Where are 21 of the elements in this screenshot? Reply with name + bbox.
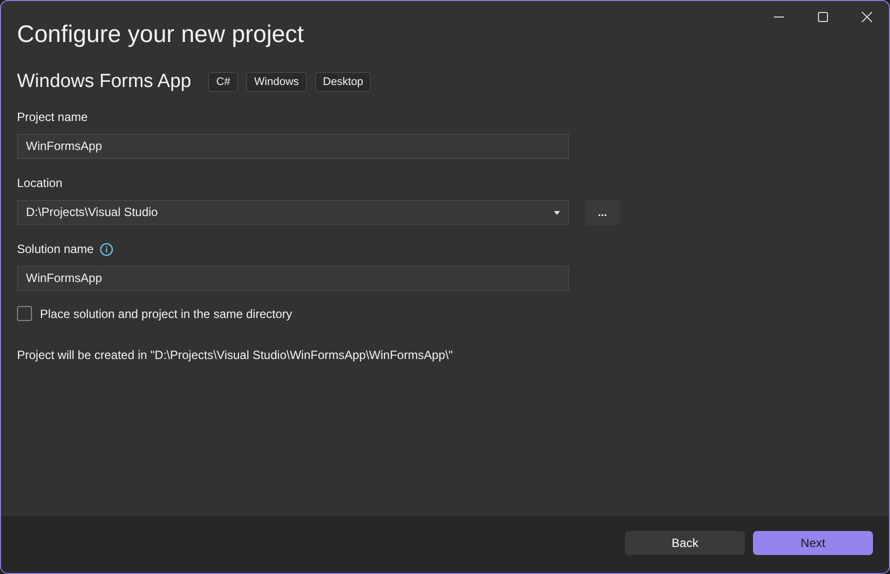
checkbox[interactable] — [17, 306, 32, 321]
maximize-icon[interactable] — [817, 11, 829, 23]
close-icon[interactable] — [861, 11, 873, 23]
summary-text: Project will be created in "D:\Projects\Visual Studio\WinFormsApp\WinFormsApp\" — [17, 348, 454, 362]
project-type-name: Windows Forms App — [17, 71, 192, 93]
back-button[interactable]: Back — [625, 531, 745, 555]
info-icon[interactable] — [100, 242, 113, 256]
caret-icon — [554, 210, 560, 214]
window-title: Configure your new project — [17, 20, 305, 50]
input-field[interactable]: WinFormsApp — [17, 134, 569, 159]
next-button[interactable]: Next — [753, 531, 873, 555]
checkbox-label: Place solution and project in the same directory — [40, 306, 292, 320]
field-label: Project name — [17, 110, 88, 124]
browse-button[interactable]: ... — [585, 200, 620, 225]
tag: Windows — [246, 72, 307, 92]
input-field[interactable]: WinFormsApp — [17, 266, 569, 291]
tag: C# — [208, 72, 238, 92]
location-dropdown[interactable]: D:\Projects\Visual Studio — [17, 200, 569, 225]
field-label: Location — [17, 176, 62, 190]
field-label: Solution name — [17, 242, 94, 256]
tag: Desktop — [314, 72, 372, 92]
